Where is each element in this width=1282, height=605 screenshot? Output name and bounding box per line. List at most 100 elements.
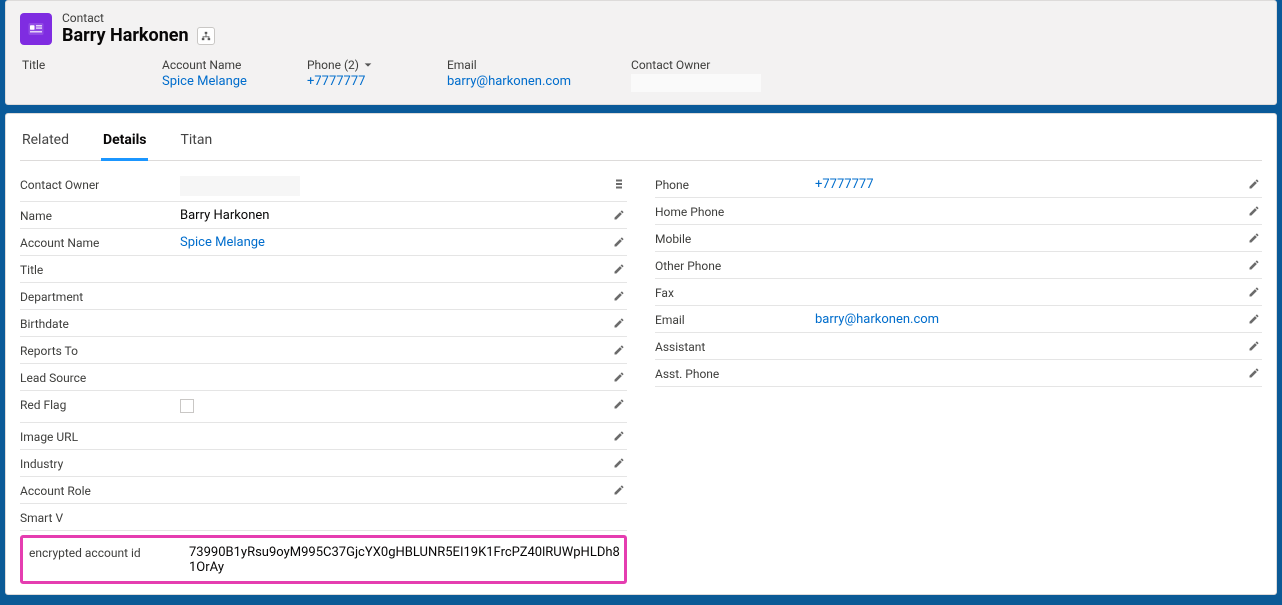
- field-label: Other Phone: [655, 257, 815, 273]
- field-value[interactable]: Spice Melange: [180, 234, 627, 250]
- pencil-icon[interactable]: [613, 341, 627, 355]
- pencil-icon[interactable]: [613, 395, 627, 409]
- field-value: [180, 261, 627, 262]
- left-field-8: Red Flag: [20, 391, 627, 423]
- hl-account-label: Account Name: [162, 58, 247, 72]
- object-label: Contact: [62, 11, 215, 25]
- field-label: Mobile: [655, 230, 815, 246]
- field-value: [815, 203, 1262, 204]
- pencil-icon[interactable]: [613, 368, 627, 382]
- field-value: [180, 455, 627, 456]
- pencil-icon[interactable]: [613, 454, 627, 468]
- pencil-icon[interactable]: [613, 314, 627, 328]
- record-name: Barry Harkonen: [62, 25, 189, 46]
- field-label: Lead Source: [20, 369, 180, 385]
- hl-phone-label: Phone (2): [307, 58, 359, 72]
- right-field-6: Assistant: [655, 333, 1262, 360]
- pencil-icon[interactable]: [613, 287, 627, 301]
- field-label: Email: [655, 311, 815, 327]
- tab-titan[interactable]: Titan: [178, 124, 214, 160]
- pencil-icon[interactable]: [613, 233, 627, 247]
- checkbox-icon[interactable]: [180, 399, 194, 413]
- hl-email-value[interactable]: barry@harkonen.com: [447, 74, 571, 89]
- field-label: Department: [20, 288, 180, 304]
- right-field-7: Asst. Phone: [655, 360, 1262, 387]
- field-label: Contact Owner: [20, 176, 180, 192]
- left-field-9: Image URL: [20, 423, 627, 450]
- field-label: Asst. Phone: [655, 365, 815, 381]
- field-value: [180, 482, 627, 483]
- pencil-icon[interactable]: [1248, 175, 1262, 189]
- tab-related[interactable]: Related: [20, 124, 71, 160]
- right-field-4: Fax: [655, 279, 1262, 306]
- left-field-4: Department: [20, 283, 627, 310]
- field-label: Phone: [655, 176, 815, 192]
- field-value: [180, 176, 300, 196]
- field-label: Account Role: [20, 482, 180, 498]
- right-field-2: Mobile: [655, 225, 1262, 252]
- pencil-icon[interactable]: [613, 260, 627, 274]
- field-value: [180, 509, 627, 510]
- left-field-0: Contact Owner: [20, 171, 627, 202]
- field-value[interactable]: barry@harkonen.com: [815, 311, 1262, 327]
- right-field-5: Emailbarry@harkonen.com: [655, 306, 1262, 333]
- field-label: Fax: [655, 284, 815, 300]
- field-value: [815, 284, 1262, 285]
- record-header: Contact Barry Harkonen Title Account Nam…: [5, 0, 1277, 105]
- highlighted-field: encrypted account id73990B1yRsu9oyM995C3…: [20, 535, 627, 584]
- right-field-0: Phone+7777777: [655, 171, 1262, 198]
- field-value: [180, 342, 627, 343]
- left-field-3: Title: [20, 256, 627, 283]
- field-value[interactable]: +7777777: [815, 176, 1262, 192]
- change-owner-icon[interactable]: [613, 175, 627, 189]
- right-field-3: Other Phone: [655, 252, 1262, 279]
- left-field-12: Smart V: [20, 504, 627, 531]
- field-label: Title: [20, 261, 180, 277]
- hl-owner-label: Contact Owner: [631, 58, 761, 72]
- hl-account-value[interactable]: Spice Melange: [162, 74, 247, 89]
- hierarchy-button[interactable]: [197, 27, 215, 45]
- tab-details[interactable]: Details: [101, 124, 149, 161]
- field-label: Account Name: [20, 234, 180, 250]
- hl-phone-value[interactable]: +7777777: [307, 74, 387, 89]
- pencil-icon[interactable]: [1248, 256, 1262, 270]
- right-column: Phone+7777777Home PhoneMobileOther Phone…: [655, 171, 1262, 584]
- field-value: [180, 315, 627, 316]
- field-value: [815, 365, 1262, 366]
- left-column: Contact OwnerNameBarry HarkonenAccount N…: [20, 171, 627, 584]
- field-label: Smart V: [20, 509, 180, 525]
- right-field-1: Home Phone: [655, 198, 1262, 225]
- field-value: [180, 369, 627, 370]
- pencil-icon[interactable]: [613, 427, 627, 441]
- field-label: Birthdate: [20, 315, 180, 331]
- pencil-icon[interactable]: [1248, 310, 1262, 324]
- pencil-icon[interactable]: [613, 206, 627, 220]
- left-field-2: Account NameSpice Melange: [20, 229, 627, 256]
- field-value: [815, 257, 1262, 258]
- left-field-11: Account Role: [20, 477, 627, 504]
- pencil-icon[interactable]: [613, 481, 627, 495]
- field-label: Reports To: [20, 342, 180, 358]
- left-field-6: Reports To: [20, 337, 627, 364]
- left-field-5: Birthdate: [20, 310, 627, 337]
- field-label: Image URL: [20, 428, 180, 444]
- field-value: [180, 396, 627, 417]
- field-value: [180, 428, 627, 429]
- contact-icon: [20, 13, 52, 45]
- left-field-7: Lead Source: [20, 364, 627, 391]
- left-field-1: NameBarry Harkonen: [20, 202, 627, 229]
- tabs: Related Details Titan: [20, 114, 1262, 161]
- field-label: Name: [20, 207, 180, 223]
- pencil-icon[interactable]: [1248, 229, 1262, 243]
- chevron-down-icon[interactable]: [363, 60, 373, 70]
- main-card: Related Details Titan Contact OwnerNameB…: [5, 113, 1277, 595]
- pencil-icon[interactable]: [1248, 364, 1262, 378]
- pencil-icon[interactable]: [1248, 283, 1262, 297]
- pencil-icon[interactable]: [1248, 337, 1262, 351]
- field-label: Home Phone: [655, 203, 815, 219]
- field-value: Barry Harkonen: [180, 207, 627, 223]
- field-value: [815, 338, 1262, 339]
- pencil-icon[interactable]: [1248, 202, 1262, 216]
- field-label: Assistant: [655, 338, 815, 354]
- hl-email-label: Email: [447, 58, 571, 72]
